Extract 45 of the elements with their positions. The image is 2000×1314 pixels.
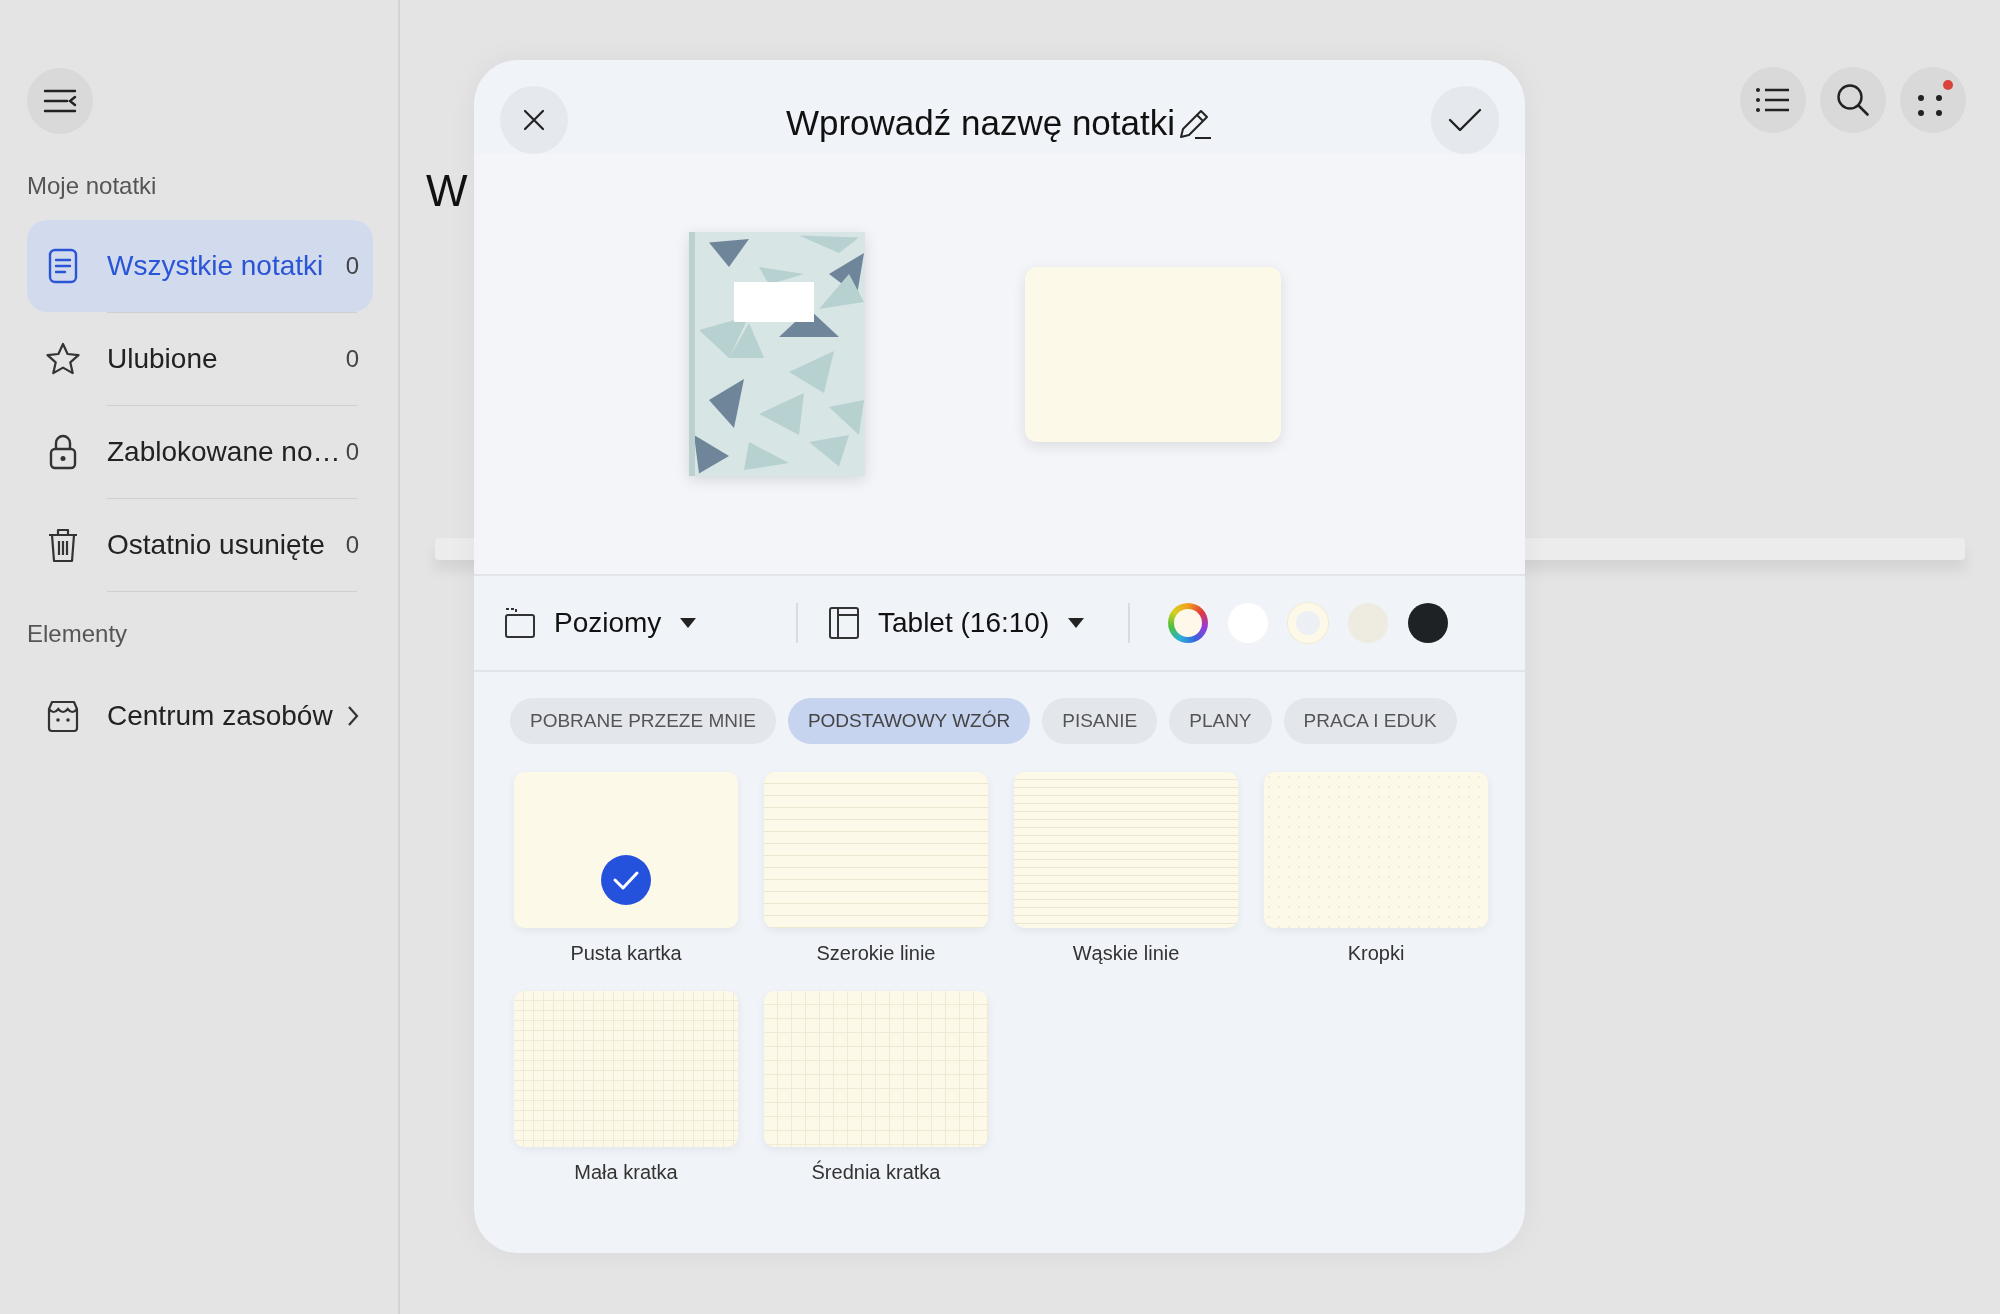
template-option[interactable]: Pusta kartka	[514, 772, 738, 965]
close-icon	[523, 109, 545, 131]
section-title: Elementy	[27, 620, 129, 648]
category-tab[interactable]: PRACA I EDUK	[1283, 698, 1457, 744]
check-icon	[1448, 108, 1482, 132]
category-tab[interactable]: PODSTAWOWY WZÓR	[787, 698, 1031, 744]
sidebar-item[interactable]: Ulubione 0	[27, 313, 373, 405]
item-count: 0	[345, 252, 359, 280]
orientation-dropdown[interactable]: Poziomy	[504, 607, 766, 639]
template-option[interactable]: Średnia kratka	[764, 991, 988, 1184]
section-title: Moje notatki	[27, 172, 158, 200]
size-dropdown[interactable]: Tablet (16:10)	[828, 606, 1098, 640]
template-option[interactable]: Kropki	[1264, 772, 1488, 965]
trash-icon	[47, 527, 79, 563]
lock-icon	[49, 434, 77, 470]
checkmark-icon	[601, 855, 651, 905]
color-swatch[interactable]	[1288, 603, 1328, 643]
caret-icon	[1067, 617, 1086, 629]
menu-icon	[43, 88, 77, 114]
sidebar-item[interactable]: Ostatnio usunięte 0	[27, 499, 373, 591]
store-icon	[45, 699, 81, 733]
item-count: 0	[345, 531, 359, 559]
custom-color-button[interactable]	[1168, 603, 1208, 643]
caret-icon	[679, 617, 698, 629]
star-icon	[45, 342, 81, 376]
template-option[interactable]: Wąskie linie	[1014, 772, 1238, 965]
tablet-icon	[828, 606, 860, 640]
color-swatch[interactable]	[1408, 603, 1448, 643]
template-option[interactable]: Mała kratka	[514, 991, 738, 1184]
item-count: 0	[345, 438, 359, 466]
page-heading: W	[426, 166, 468, 216]
document-icon	[48, 248, 78, 284]
list-icon	[1755, 87, 1791, 113]
sidebar-item[interactable]: Zablokowane no… 0	[27, 406, 373, 498]
chevron-right-icon	[347, 705, 359, 727]
dialog-title: Wprowadź nazwę notatki	[785, 103, 1176, 143]
resource-center-link[interactable]: Centrum zasobów	[27, 670, 373, 762]
item-count: 0	[345, 345, 359, 373]
orientation-icon	[504, 607, 536, 639]
category-tab[interactable]: POBRANE PRZEZE MNIE	[510, 698, 776, 744]
sidebar-item[interactable]: Wszystkie notatki 0	[27, 220, 373, 312]
category-tab[interactable]: PLANY	[1169, 698, 1272, 744]
search-icon	[1836, 83, 1870, 117]
template-option[interactable]: Szerokie linie	[764, 772, 988, 965]
category-tab[interactable]: PISANIE	[1042, 698, 1158, 744]
